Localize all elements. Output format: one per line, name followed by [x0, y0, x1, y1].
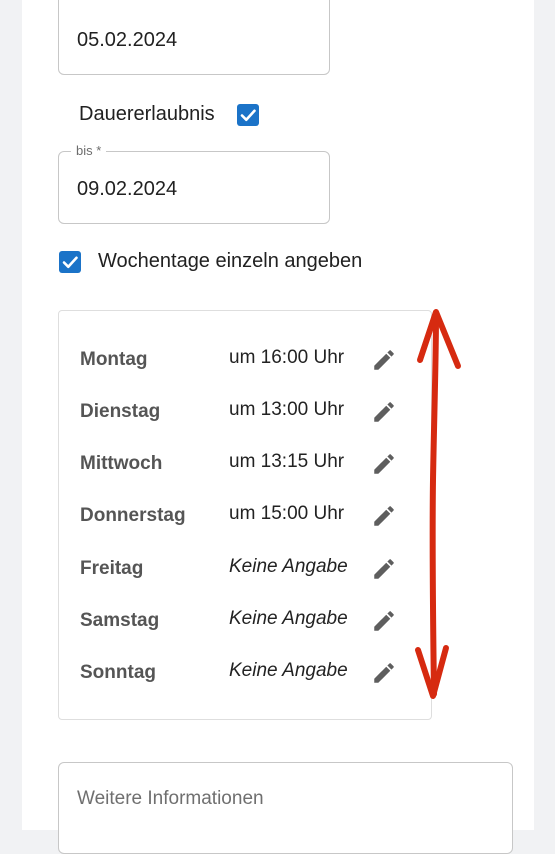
- day-time: um 16:00 Uhr: [229, 347, 345, 368]
- day-name: Dienstag: [80, 401, 161, 422]
- von-date-value: 05.02.2024: [77, 29, 178, 51]
- day-row-donnerstag: Donnerstag um 15:00 Uhr: [59, 497, 431, 537]
- day-name: Freitag: [80, 558, 144, 579]
- pencil-icon[interactable]: [371, 608, 397, 634]
- day-row-mittwoch: Mittwoch um 13:15 Uhr: [59, 445, 431, 485]
- weitere-informationen-field[interactable]: Weitere Informationen: [58, 762, 513, 854]
- pencil-icon[interactable]: [371, 503, 397, 529]
- pencil-icon[interactable]: [371, 660, 397, 686]
- day-row-dienstag: Dienstag um 13:00 Uhr: [59, 393, 431, 433]
- day-name: Donnerstag: [80, 505, 186, 526]
- dauererlaubnis-label: Dauererlaubnis: [79, 103, 215, 125]
- weekday-list: Montag um 16:00 Uhr Dienstag um 13:00 Uh…: [58, 310, 432, 720]
- check-icon: [62, 256, 78, 269]
- day-row-montag: Montag um 16:00 Uhr: [59, 341, 431, 381]
- pencil-icon[interactable]: [371, 399, 397, 425]
- day-row-freitag: Freitag Keine Angabe: [59, 550, 431, 590]
- bis-date-field[interactable]: bis * 09.02.2024: [58, 143, 330, 224]
- day-name: Montag: [80, 349, 148, 370]
- weitere-informationen-placeholder: Weitere Informationen: [77, 788, 264, 809]
- pencil-icon[interactable]: [371, 556, 397, 582]
- day-time: um 13:15 Uhr: [229, 451, 345, 472]
- day-name: Mittwoch: [80, 453, 163, 474]
- wochentage-checkbox[interactable]: [59, 251, 81, 273]
- check-icon: [240, 109, 256, 122]
- pencil-icon[interactable]: [371, 347, 397, 373]
- day-time: Keine Angabe: [229, 608, 348, 629]
- wochentage-label: Wochentage einzeln angeben: [98, 250, 363, 272]
- day-time: um 15:00 Uhr: [229, 503, 345, 524]
- day-time: Keine Angabe: [229, 660, 348, 681]
- bis-date-value: 09.02.2024: [77, 178, 178, 200]
- dauererlaubnis-checkbox[interactable]: [237, 104, 259, 126]
- day-time: um 13:00 Uhr: [229, 399, 345, 420]
- bis-date-legend: bis *: [71, 143, 107, 158]
- day-time: Keine Angabe: [229, 556, 348, 577]
- day-name: Sonntag: [80, 662, 156, 683]
- pencil-icon[interactable]: [371, 451, 397, 477]
- day-row-samstag: Samstag Keine Angabe: [59, 602, 431, 642]
- day-row-sonntag: Sonntag Keine Angabe: [59, 654, 431, 694]
- von-date-field[interactable]: 05.02.2024: [58, 0, 330, 75]
- day-name: Samstag: [80, 610, 160, 631]
